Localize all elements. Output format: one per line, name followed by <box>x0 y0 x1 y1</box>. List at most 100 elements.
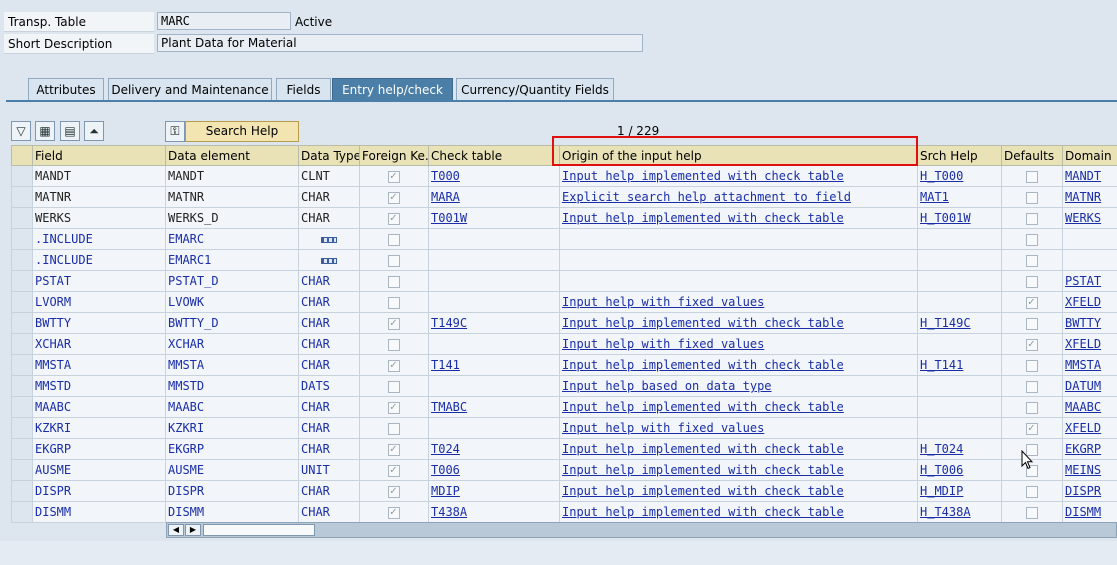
column-header-search-help[interactable]: Srch Help <box>917 145 1002 166</box>
cell-data-element[interactable]: EMARC1 <box>165 249 299 271</box>
cell-domain[interactable]: PSTAT <box>1062 270 1117 292</box>
defaults-checkbox[interactable] <box>1026 191 1038 204</box>
cell-check-table[interactable]: MARA <box>428 186 560 208</box>
defaults-checkbox[interactable] <box>1026 170 1038 183</box>
row-selector[interactable] <box>11 165 33 187</box>
table-row[interactable]: AUSME AUSME UNIT T006 Input help implemented… <box>11 459 1117 481</box>
cell-data-element[interactable]: EKGRP <box>165 438 299 460</box>
table-row[interactable]: XCHAR XCHAR CHAR Input help with fixed valu… <box>11 333 1117 355</box>
cell-origin-input-help[interactable] <box>559 249 918 271</box>
list-details-icon[interactable]: ▤ <box>60 121 80 141</box>
domain-link[interactable]: DISMM <box>1065 505 1101 519</box>
row-selector[interactable] <box>11 459 33 481</box>
cell-data-element[interactable]: EMARC <box>165 228 299 250</box>
cell-data-element[interactable]: PSTAT_D <box>165 270 299 292</box>
foreign-key-checkbox[interactable] <box>388 233 400 246</box>
foreign-key-checkbox[interactable] <box>388 380 400 393</box>
cell-search-help[interactable] <box>917 375 1002 397</box>
scroll-left-icon[interactable]: ◀ <box>168 524 184 536</box>
domain-link[interactable]: MANDT <box>1065 169 1101 183</box>
domain-link[interactable]: BWTTY <box>1065 316 1101 330</box>
foreign-key-checkbox[interactable] <box>388 505 400 519</box>
scrollbar-thumb[interactable] <box>203 524 315 536</box>
search-help-link[interactable]: H_MDIP <box>920 484 963 498</box>
row-selector[interactable] <box>11 438 33 460</box>
defaults-checkbox[interactable] <box>1026 506 1038 519</box>
cell-check-table[interactable]: MDIP <box>428 480 560 502</box>
origin-input-help-link[interactable]: Input help implemented with check table <box>562 484 844 498</box>
foreign-key-checkbox[interactable] <box>388 463 400 477</box>
cell-domain[interactable]: BWTTY <box>1062 312 1117 334</box>
collapse-up-icon[interactable]: ⏶ <box>84 121 104 141</box>
table-row[interactable]: EKGRP EKGRP CHAR T024 Input help implemented… <box>11 438 1117 460</box>
tab-attributes[interactable]: Attributes <box>28 78 104 100</box>
cell-check-table[interactable]: T001W <box>428 207 560 229</box>
cell-search-help[interactable]: H_T141 <box>917 354 1002 376</box>
row-selector[interactable] <box>11 270 33 292</box>
cell-domain[interactable]: DISMM <box>1062 501 1117 523</box>
cell-domain[interactable]: DISPR <box>1062 480 1117 502</box>
cell-origin-input-help[interactable]: Input help implemented with check table <box>559 396 918 418</box>
cell-data-element[interactable]: MATNR <box>165 186 299 208</box>
table-row[interactable]: DISPR DISPR CHAR MDIP Input help implemented… <box>11 480 1117 502</box>
cell-check-table[interactable]: T000 <box>428 165 560 187</box>
cell-check-table[interactable]: T141 <box>428 354 560 376</box>
origin-input-help-link[interactable]: Input help based on data type <box>562 379 772 393</box>
cell-domain[interactable]: EKGRP <box>1062 438 1117 460</box>
cell-origin-input-help[interactable]: Input help implemented with check table <box>559 501 918 523</box>
cell-origin-input-help[interactable]: Input help with fixed values <box>559 333 918 355</box>
cell-check-table[interactable]: T024 <box>428 438 560 460</box>
row-selector[interactable] <box>11 396 33 418</box>
search-help-link[interactable]: H_T438A <box>920 505 971 519</box>
search-help-link[interactable]: H_T149C <box>920 316 971 330</box>
foreign-key-checkbox[interactable] <box>388 211 400 225</box>
tab-delivery-maintenance[interactable]: Delivery and Maintenance <box>108 78 272 100</box>
cell-data-element[interactable]: KZKRI <box>165 417 299 439</box>
cell-origin-input-help[interactable]: Input help based on data type <box>559 375 918 397</box>
cell-domain[interactable]: DATUM <box>1062 375 1117 397</box>
row-selector[interactable] <box>11 417 33 439</box>
defaults-checkbox[interactable] <box>1026 254 1038 267</box>
domain-link[interactable]: MAABC <box>1065 400 1101 414</box>
cell-search-help[interactable]: MAT1 <box>917 186 1002 208</box>
table-row[interactable]: MATNR MATNR CHAR MARA Explicit search help a… <box>11 186 1117 208</box>
cell-search-help[interactable]: H_T438A <box>917 501 1002 523</box>
domain-link[interactable]: XFELD <box>1065 337 1101 351</box>
cell-check-table[interactable] <box>428 375 560 397</box>
foreign-key-checkbox[interactable] <box>388 358 400 372</box>
cell-domain[interactable]: MEINS <box>1062 459 1117 481</box>
cell-data-element[interactable]: DISMM <box>165 501 299 523</box>
table-row[interactable]: BWTTY BWTTY_D CHAR T149C Input help implemen… <box>11 312 1117 334</box>
origin-input-help-link[interactable]: Input help with fixed values <box>562 337 764 351</box>
cell-origin-input-help[interactable]: Input help implemented with check table <box>559 207 918 229</box>
cell-search-help[interactable] <box>917 333 1002 355</box>
table-name-field[interactable]: MARC <box>157 12 291 30</box>
defaults-checkbox[interactable] <box>1026 317 1038 330</box>
cell-check-table[interactable]: T438A <box>428 501 560 523</box>
cell-check-table[interactable] <box>428 291 560 313</box>
cell-domain[interactable]: WERKS <box>1062 207 1117 229</box>
cell-check-table[interactable] <box>428 333 560 355</box>
cell-origin-input-help[interactable]: Input help implemented with check table <box>559 165 918 187</box>
column-header-origin-input-help[interactable]: Origin of the input help <box>559 145 918 166</box>
cell-origin-input-help[interactable]: Input help implemented with check table <box>559 438 918 460</box>
foreign-key-checkbox[interactable] <box>388 296 400 309</box>
check-table-link[interactable]: TMABC <box>431 400 467 414</box>
cell-origin-input-help[interactable]: Input help implemented with check table <box>559 354 918 376</box>
cell-check-table[interactable] <box>428 249 560 271</box>
cell-domain[interactable]: MATNR <box>1062 186 1117 208</box>
domain-link[interactable]: XFELD <box>1065 421 1101 435</box>
foreign-key-checkbox[interactable] <box>388 316 400 330</box>
cell-search-help[interactable] <box>917 396 1002 418</box>
cell-origin-input-help[interactable] <box>559 228 918 250</box>
column-header-domain[interactable]: Domain <box>1062 145 1117 166</box>
cell-domain[interactable] <box>1062 249 1117 271</box>
row-selector[interactable] <box>11 249 33 271</box>
origin-input-help-link[interactable]: Explicit search help attachment to field <box>562 190 851 204</box>
cell-data-element[interactable]: XCHAR <box>165 333 299 355</box>
defaults-checkbox[interactable] <box>1026 233 1038 246</box>
tab-currency-quantity-fields[interactable]: Currency/Quantity Fields <box>456 78 614 100</box>
search-help-link[interactable]: H_T006 <box>920 463 963 477</box>
cell-origin-input-help[interactable]: Explicit search help attachment to field <box>559 186 918 208</box>
table-row[interactable]: MANDT MANDT CLNT T000 Input help implemented… <box>11 165 1117 187</box>
